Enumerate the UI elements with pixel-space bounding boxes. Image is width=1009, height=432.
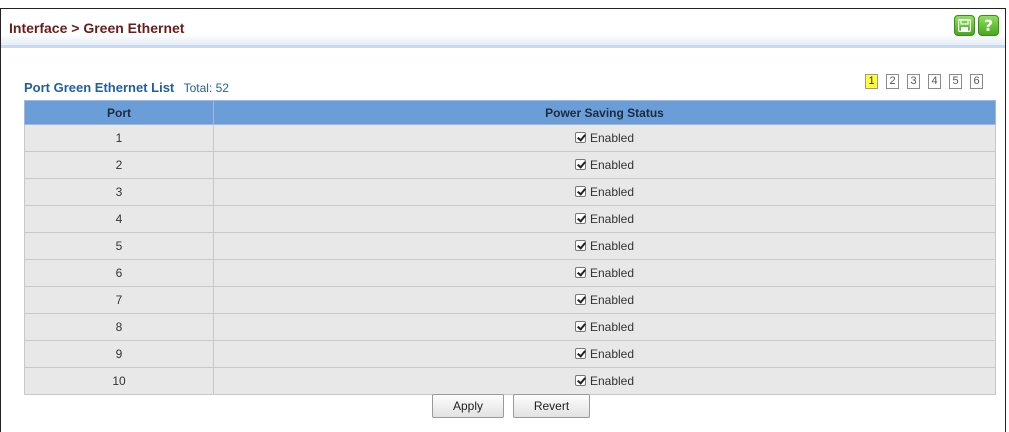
power-saving-status-cell: Enabled: [213, 178, 996, 206]
power-saving-checkbox[interactable]: [574, 240, 586, 251]
power-saving-status-label: Enabled: [589, 212, 635, 226]
power-saving-status-label: Enabled: [589, 374, 635, 388]
floppy-disk-icon: [958, 19, 971, 32]
power-saving-status-cell: Enabled: [213, 124, 996, 152]
table-row: 5 Enabled: [24, 232, 996, 260]
port-cell: 2: [24, 151, 214, 179]
table-row: 8 Enabled: [24, 313, 996, 341]
header-actions: ?: [954, 15, 999, 36]
help-icon[interactable]: ?: [978, 15, 999, 36]
table-row: 2 Enabled: [24, 151, 996, 179]
table-header-row: Port Power Saving Status: [24, 100, 996, 125]
apply-button[interactable]: Apply: [432, 394, 504, 418]
power-saving-checkbox[interactable]: [574, 213, 586, 224]
page-header: Interface > Green Ethernet ?: [1, 9, 1005, 48]
column-header-port: Port: [24, 100, 214, 125]
power-saving-status-cell: Enabled: [213, 313, 996, 341]
page-link-3[interactable]: 3: [907, 74, 920, 89]
port-cell: 4: [24, 205, 214, 233]
port-cell: 9: [24, 340, 214, 368]
save-icon[interactable]: [954, 15, 975, 36]
power-saving-checkbox[interactable]: [574, 321, 586, 332]
power-saving-checkbox[interactable]: [574, 132, 586, 143]
port-cell: 3: [24, 178, 214, 206]
power-saving-checkbox[interactable]: [574, 267, 586, 278]
port-green-ethernet-table: Port Power Saving Status 1 Enabled 2 Enable…: [24, 100, 996, 395]
page-link-4[interactable]: 4: [928, 74, 941, 89]
list-title: Port Green Ethernet List: [24, 80, 175, 95]
page-link-6[interactable]: 6: [970, 74, 983, 89]
power-saving-status-label: Enabled: [589, 320, 635, 334]
breadcrumb: Interface > Green Ethernet: [9, 20, 185, 36]
power-saving-checkbox[interactable]: [574, 348, 586, 359]
table-row: 4 Enabled: [24, 205, 996, 233]
port-cell: 10: [24, 367, 214, 395]
power-saving-status-cell: Enabled: [213, 259, 996, 287]
port-cell: 7: [24, 286, 214, 314]
port-cell: 8: [24, 313, 214, 341]
table-row: 10 Enabled: [24, 367, 996, 395]
question-mark-icon: ?: [983, 15, 994, 35]
power-saving-status-cell: Enabled: [213, 340, 996, 368]
power-saving-checkbox[interactable]: [574, 159, 586, 170]
table-row: 1 Enabled: [24, 124, 996, 152]
revert-button[interactable]: Revert: [513, 394, 590, 418]
form-buttons: Apply Revert: [432, 394, 590, 418]
table-row: 7 Enabled: [24, 286, 996, 314]
power-saving-status-label: Enabled: [589, 185, 635, 199]
power-saving-checkbox[interactable]: [574, 186, 586, 197]
power-saving-status-label: Enabled: [589, 239, 635, 253]
port-cell: 5: [24, 232, 214, 260]
page-link-2[interactable]: 2: [886, 74, 899, 89]
page-link-5[interactable]: 5: [949, 74, 962, 89]
power-saving-status-label: Enabled: [589, 158, 635, 172]
power-saving-status-cell: Enabled: [213, 232, 996, 260]
power-saving-checkbox[interactable]: [574, 294, 586, 305]
power-saving-status-cell: Enabled: [213, 205, 996, 233]
list-total: Total: 52: [183, 81, 229, 95]
table-row: 6 Enabled: [24, 259, 996, 287]
list-heading: Port Green Ethernet List Total: 52: [24, 80, 229, 95]
power-saving-status-label: Enabled: [589, 131, 635, 145]
power-saving-status-label: Enabled: [589, 347, 635, 361]
column-header-power-saving-status: Power Saving Status: [213, 100, 996, 125]
table-row: 3 Enabled: [24, 178, 996, 206]
power-saving-status-label: Enabled: [589, 266, 635, 280]
power-saving-status-label: Enabled: [589, 293, 635, 307]
table-row: 9 Enabled: [24, 340, 996, 368]
pagination: 123456: [865, 74, 983, 89]
port-cell: 1: [24, 124, 214, 152]
power-saving-status-cell: Enabled: [213, 151, 996, 179]
power-saving-status-cell: Enabled: [213, 286, 996, 314]
port-cell: 6: [24, 259, 214, 287]
power-saving-status-cell: Enabled: [213, 367, 996, 395]
power-saving-checkbox[interactable]: [574, 375, 586, 386]
page-link-1[interactable]: 1: [865, 74, 878, 89]
